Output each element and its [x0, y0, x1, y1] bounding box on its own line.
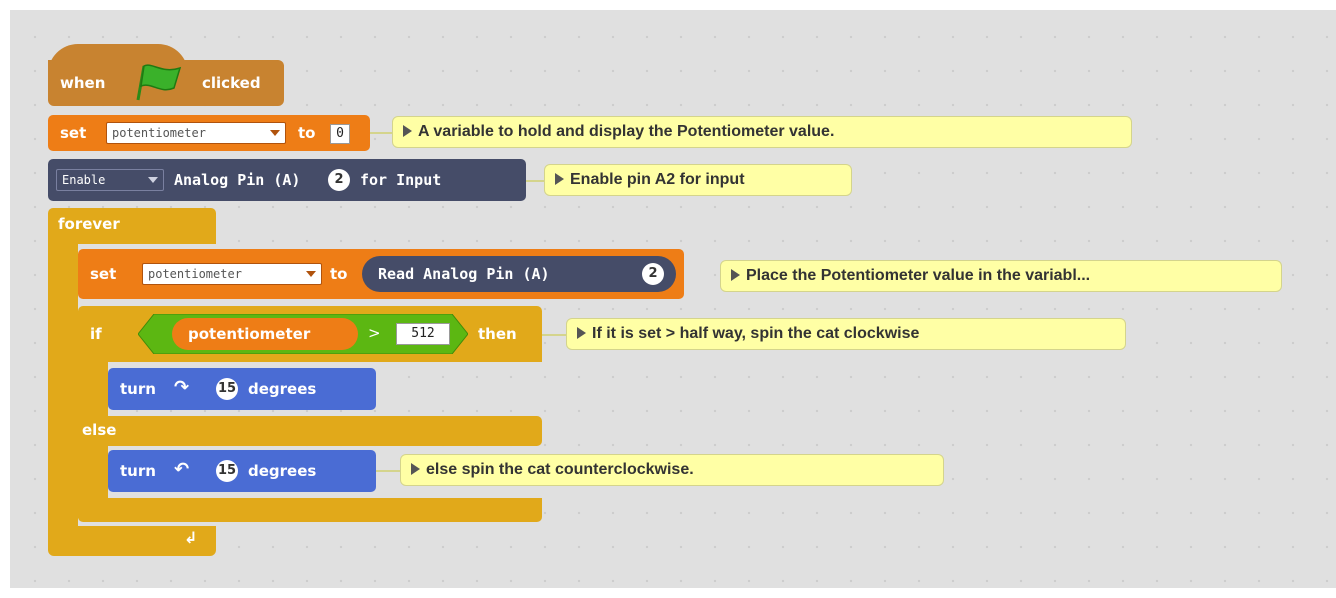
- analog-pin-label: Analog Pin (A): [174, 171, 301, 189]
- to-label: to: [298, 124, 316, 142]
- variable-dropdown[interactable]: potentiometer: [142, 263, 322, 285]
- when-flag-clicked-block[interactable]: when clicked: [48, 60, 284, 106]
- else-label: else: [82, 421, 117, 439]
- collapse-arrow-icon: [403, 125, 412, 137]
- rotate-counterclockwise-icon: ↶: [174, 459, 190, 480]
- set-label: set: [90, 265, 117, 283]
- if-else-bottom: [78, 498, 542, 522]
- chevron-down-icon: [270, 130, 280, 136]
- variable-dropdown[interactable]: potentiometer: [106, 122, 286, 144]
- greater-than-label: >: [368, 324, 381, 342]
- comment-counterclockwise[interactable]: else spin the cat counterclockwise.: [400, 454, 944, 486]
- loop-arrow-icon: ↲: [184, 528, 198, 547]
- comment-read-value[interactable]: Place the Potentiometer value in the var…: [720, 260, 1282, 292]
- comment-variable[interactable]: A variable to hold and display the Poten…: [392, 116, 1132, 148]
- variable-dropdown-value: potentiometer: [112, 126, 206, 140]
- set-variable-block[interactable]: set potentiometer to 0: [48, 115, 370, 151]
- to-label: to: [330, 265, 348, 283]
- collapse-arrow-icon: [411, 463, 420, 475]
- compare-value-input[interactable]: 512: [396, 323, 450, 345]
- if-else-block[interactable]: if potentiometer > 512 then: [78, 306, 542, 362]
- hat-clicked-label: clicked: [202, 74, 261, 92]
- comment-text: A variable to hold and display the Poten…: [418, 123, 835, 140]
- turn-counterclockwise-block[interactable]: turn ↶ 15 degrees: [108, 450, 376, 492]
- turn-clockwise-block[interactable]: turn ↷ 15 degrees: [108, 368, 376, 410]
- comment-text: else spin the cat counterclockwise.: [426, 461, 694, 478]
- set-label: set: [60, 124, 87, 142]
- read-analog-pin-reporter[interactable]: Read Analog Pin (A) 2: [362, 256, 676, 292]
- if-label: if: [90, 325, 102, 343]
- forever-label: forever: [58, 215, 120, 233]
- enable-mode-value: Enable: [62, 173, 106, 187]
- potentiometer-reporter[interactable]: potentiometer: [172, 318, 358, 350]
- pin-number-input[interactable]: 2: [642, 263, 664, 285]
- value-input[interactable]: 0: [330, 124, 350, 144]
- degrees-label: degrees: [248, 462, 317, 480]
- read-analog-pin-label: Read Analog Pin (A): [378, 265, 550, 283]
- rotate-clockwise-icon: ↷: [174, 377, 190, 398]
- comment-enable-pin[interactable]: Enable pin A2 for input: [544, 164, 852, 196]
- enable-analog-pin-block[interactable]: Enable Analog Pin (A) 2 for Input: [48, 159, 526, 201]
- else-bar: else: [78, 416, 542, 446]
- green-flag-icon: [136, 64, 182, 101]
- then-label: then: [478, 325, 517, 343]
- degrees-input[interactable]: 15: [216, 460, 238, 482]
- for-input-label: for Input: [360, 171, 442, 189]
- comment-text: If it is set > half way, spin the cat cl…: [592, 325, 920, 342]
- pin-number-input[interactable]: 2: [328, 169, 350, 191]
- collapse-arrow-icon: [555, 173, 564, 185]
- forever-arm: [48, 240, 78, 540]
- collapse-arrow-icon: [577, 327, 586, 339]
- enable-mode-dropdown[interactable]: Enable: [56, 169, 164, 191]
- comment-text: Place the Potentiometer value in the var…: [746, 267, 1091, 284]
- variable-dropdown-value: potentiometer: [148, 267, 242, 281]
- turn-label: turn: [120, 462, 156, 480]
- collapse-arrow-icon: [731, 269, 740, 281]
- forever-bottom: ↲: [48, 526, 216, 556]
- chevron-down-icon: [148, 177, 158, 183]
- turn-label: turn: [120, 380, 156, 398]
- forever-block[interactable]: forever: [48, 208, 216, 244]
- chevron-down-icon: [306, 271, 316, 277]
- comment-clockwise[interactable]: If it is set > half way, spin the cat cl…: [566, 318, 1126, 350]
- degrees-label: degrees: [248, 380, 317, 398]
- set-variable-block[interactable]: set potentiometer to Read Analog Pin (A)…: [78, 249, 684, 299]
- comment-text: Enable pin A2 for input: [570, 171, 745, 188]
- potentiometer-label: potentiometer: [188, 325, 311, 343]
- degrees-input[interactable]: 15: [216, 378, 238, 400]
- hat-when-label: when: [60, 74, 106, 92]
